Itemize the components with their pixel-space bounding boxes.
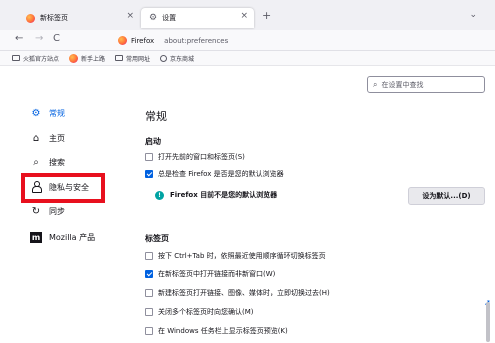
highlight-box xyxy=(21,173,105,203)
bookmark-label: 常用网址 xyxy=(126,55,151,63)
info-icon: ! xyxy=(155,190,164,200)
sidebar-item-label: 搜索 xyxy=(49,158,65,167)
tab-title: 新标签页 xyxy=(40,14,68,22)
folder-icon xyxy=(12,55,20,61)
url-brand-label: Firefox xyxy=(131,36,155,45)
checkbox-label: 在新标签页中打开链接而非新窗口(W) xyxy=(158,270,276,278)
checkbox[interactable] xyxy=(145,327,153,335)
tab-strip: 新标签页 × ⚙ 设置 × + ⌄ xyxy=(0,0,495,30)
checkbox[interactable] xyxy=(145,308,153,316)
checkbox[interactable] xyxy=(145,170,153,178)
bookmarks-toolbar: 火狐官方站点 新手上路 常用网址 京东商城 xyxy=(0,51,495,66)
taskbar-previews-checkbox[interactable]: 在 Windows 任务栏上显示标签页预览(K) xyxy=(145,326,288,336)
forward-button[interactable]: → xyxy=(35,33,43,44)
scrollbar[interactable] xyxy=(486,302,490,342)
tab-title: 设置 xyxy=(162,14,177,22)
ctrl-tab-checkbox[interactable]: 按下 Ctrl+Tab 时，依照最近使用顺序循环切换标签页 xyxy=(145,251,326,261)
restore-session-checkbox[interactable]: 打开先前的窗口和标签页(S) xyxy=(145,152,245,162)
checkbox[interactable] xyxy=(145,289,153,297)
globe-icon xyxy=(160,54,168,62)
default-browser-status: ! Firefox 目前不是您的默认浏览器 xyxy=(155,190,277,200)
sidebar-item-home[interactable]: ⌂ 主页 xyxy=(30,133,65,144)
checkbox-label: 新建标签页打开链接、图像、媒体时，立即切换过去(H) xyxy=(158,289,330,297)
tab-new-tab[interactable]: 新标签页 × xyxy=(18,8,140,28)
general-panel: 常规 启动 打开先前的窗口和标签页(S) 总是检查 Firefox 是否是您的默… xyxy=(145,66,495,343)
section-title-tabs: 标签页 xyxy=(145,234,169,243)
sidebar-item-mozilla[interactable]: m Mozilla 产品 xyxy=(30,232,95,243)
firefox-icon xyxy=(26,13,35,23)
sidebar-item-label: 同步 xyxy=(49,207,65,216)
new-tab-button[interactable]: + xyxy=(262,9,271,22)
sidebar-item-label: Mozilla 产品 xyxy=(49,233,96,242)
bookmark-item[interactable]: 火狐官方站点 xyxy=(12,54,59,63)
page-title: 常规 xyxy=(145,110,167,123)
sidebar: ⚙ 常规 ⌂ 主页 ⌕ 搜索 隐私与安全 ↻ 同步 m Mozilla 产品 xyxy=(0,66,140,343)
sidebar-item-label: 主页 xyxy=(49,134,65,143)
navigation-bar: ← → C Firefox about:preferences xyxy=(0,30,495,51)
sidebar-item-search[interactable]: ⌕ 搜索 xyxy=(30,157,65,168)
bookmark-label: 新手上路 xyxy=(81,55,106,63)
checkbox-label: 总是检查 Firefox 是否是您的默认浏览器 xyxy=(158,170,284,178)
section-title-startup: 启动 xyxy=(145,137,161,146)
checkbox[interactable] xyxy=(145,153,153,161)
url-text[interactable]: about:preferences xyxy=(164,37,228,45)
set-default-button[interactable]: 设为默认...(D) xyxy=(408,187,485,205)
checkbox[interactable] xyxy=(145,252,153,260)
checkbox-label: 在 Windows 任务栏上显示标签页预览(K) xyxy=(158,327,288,335)
home-icon: ⌂ xyxy=(32,133,40,144)
firefox-icon xyxy=(118,36,127,45)
gear-icon: ⚙ xyxy=(31,108,41,119)
back-button[interactable]: ← xyxy=(15,33,23,44)
check-default-checkbox[interactable]: 总是检查 Firefox 是否是您的默认浏览器 xyxy=(145,169,284,179)
mozilla-icon: m xyxy=(30,232,42,243)
close-icon[interactable]: × xyxy=(126,11,134,21)
sidebar-item-sync[interactable]: ↻ 同步 xyxy=(30,206,65,217)
bookmark-item[interactable]: 新手上路 xyxy=(69,53,106,63)
firefox-icon xyxy=(69,53,79,63)
close-icon[interactable]: × xyxy=(240,11,248,21)
default-status-text: Firefox 目前不是您的默认浏览器 xyxy=(170,191,278,199)
reload-button[interactable]: C xyxy=(53,33,60,44)
sidebar-item-label: 常规 xyxy=(49,109,65,118)
search-icon: ⌕ xyxy=(33,157,39,168)
bookmark-label: 火狐官方站点 xyxy=(23,55,60,63)
sync-icon: ↻ xyxy=(31,206,41,217)
sidebar-item-general[interactable]: ⚙ 常规 xyxy=(30,108,65,119)
checkbox-label: 关闭多个标签页时向您确认(M) xyxy=(158,308,254,316)
list-all-tabs-icon[interactable]: ⌄ xyxy=(469,10,477,20)
bookmark-item[interactable]: 常用网址 xyxy=(115,54,150,63)
warn-close-tabs-checkbox[interactable]: 关闭多个标签页时向您确认(M) xyxy=(145,307,254,317)
open-links-in-tabs-checkbox[interactable]: 在新标签页中打开链接而非新窗口(W) xyxy=(145,269,275,279)
checkbox-label: 打开先前的窗口和标签页(S) xyxy=(158,153,245,161)
tab-settings[interactable]: ⚙ 设置 × xyxy=(141,8,254,28)
preferences-page: ⌕ ⚙ 常规 ⌂ 主页 ⌕ 搜索 隐私与安全 ↻ 同步 m Mozilla 产品 xyxy=(0,66,495,343)
folder-icon xyxy=(115,55,124,61)
bookmark-label: 京东商城 xyxy=(170,55,195,63)
url-bar[interactable]: Firefox about:preferences xyxy=(118,33,458,48)
switch-to-new-tab-checkbox[interactable]: 新建标签页打开链接、图像、媒体时，立即切换过去(H) xyxy=(145,288,330,298)
gear-icon: ⚙ xyxy=(149,13,158,23)
checkbox-label: 按下 Ctrl+Tab 时，依照最近使用顺序循环切换标签页 xyxy=(158,252,326,260)
bookmark-item[interactable]: 京东商城 xyxy=(160,54,194,63)
checkbox[interactable] xyxy=(145,270,153,278)
